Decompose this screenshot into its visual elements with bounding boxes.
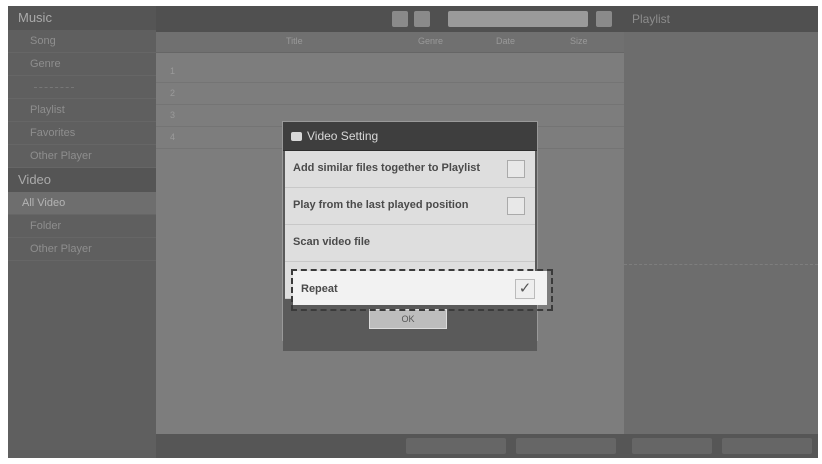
camera-icon (291, 132, 302, 141)
col-header-size[interactable]: Size (570, 36, 588, 46)
sidebar-item-all-video[interactable]: All Video (8, 192, 156, 215)
sidebar: Music Song Genre Playlist Favorites Othe… (8, 6, 156, 458)
sidebar-item-folder[interactable]: Folder (8, 215, 156, 238)
sidebar-video-heading: Video (8, 168, 156, 192)
sidebar-title: Music (8, 6, 156, 30)
sidebar-item-video-other-player[interactable]: Other Player (8, 238, 156, 261)
sidebar-item-genre[interactable]: Genre (8, 53, 156, 76)
checkbox[interactable] (507, 160, 525, 178)
ok-button[interactable]: OK (369, 309, 447, 329)
row-number: 3 (170, 110, 176, 120)
col-header-genre[interactable]: Genre (418, 36, 443, 46)
option-play-last-position[interactable]: Play from the last played position (285, 188, 535, 225)
row-number: 1 (170, 66, 176, 76)
option-scan-video[interactable]: Scan video file (285, 225, 535, 262)
option-label: Scan video file (293, 236, 371, 248)
panel-title: Playlist (632, 12, 671, 26)
top-toolbar: Playlist (156, 6, 818, 32)
divider (34, 86, 74, 88)
checkbox[interactable] (507, 197, 525, 215)
list-view-icon[interactable] (414, 11, 430, 27)
footer-button[interactable] (722, 438, 812, 454)
footer-button[interactable] (406, 438, 506, 454)
table-row[interactable]: 1 (156, 62, 624, 83)
grid-view-icon[interactable] (392, 11, 408, 27)
sidebar-item-playlist[interactable]: Playlist (8, 99, 156, 122)
option-label: Add similar files together to Playlist (293, 162, 481, 174)
col-header-date[interactable]: Date (496, 36, 515, 46)
highlight-box (291, 269, 553, 311)
col-header-title[interactable]: Title (286, 36, 303, 46)
table-header: Title Genre Date Size (156, 32, 624, 53)
option-add-similar[interactable]: Add similar files together to Playlist (285, 151, 535, 188)
dialog-title-bar: Video Setting (283, 122, 537, 151)
sidebar-item-song[interactable]: Song (8, 30, 156, 53)
sidebar-item-favorites[interactable]: Favorites (8, 122, 156, 145)
option-label: Play from the last played position (293, 199, 469, 211)
search-input[interactable] (448, 11, 588, 27)
row-number: 4 (170, 132, 176, 142)
sidebar-item-blank[interactable] (8, 76, 156, 99)
status-bar (156, 434, 818, 458)
footer-button[interactable] (516, 438, 616, 454)
divider (624, 264, 818, 265)
footer-button[interactable] (632, 438, 712, 454)
row-number: 2 (170, 88, 176, 98)
dialog-title: Video Setting (307, 129, 379, 143)
sidebar-item-other-player[interactable]: Other Player (8, 145, 156, 168)
search-icon[interactable] (596, 11, 612, 27)
playlist-panel (624, 32, 818, 434)
table-row[interactable]: 2 (156, 84, 624, 105)
